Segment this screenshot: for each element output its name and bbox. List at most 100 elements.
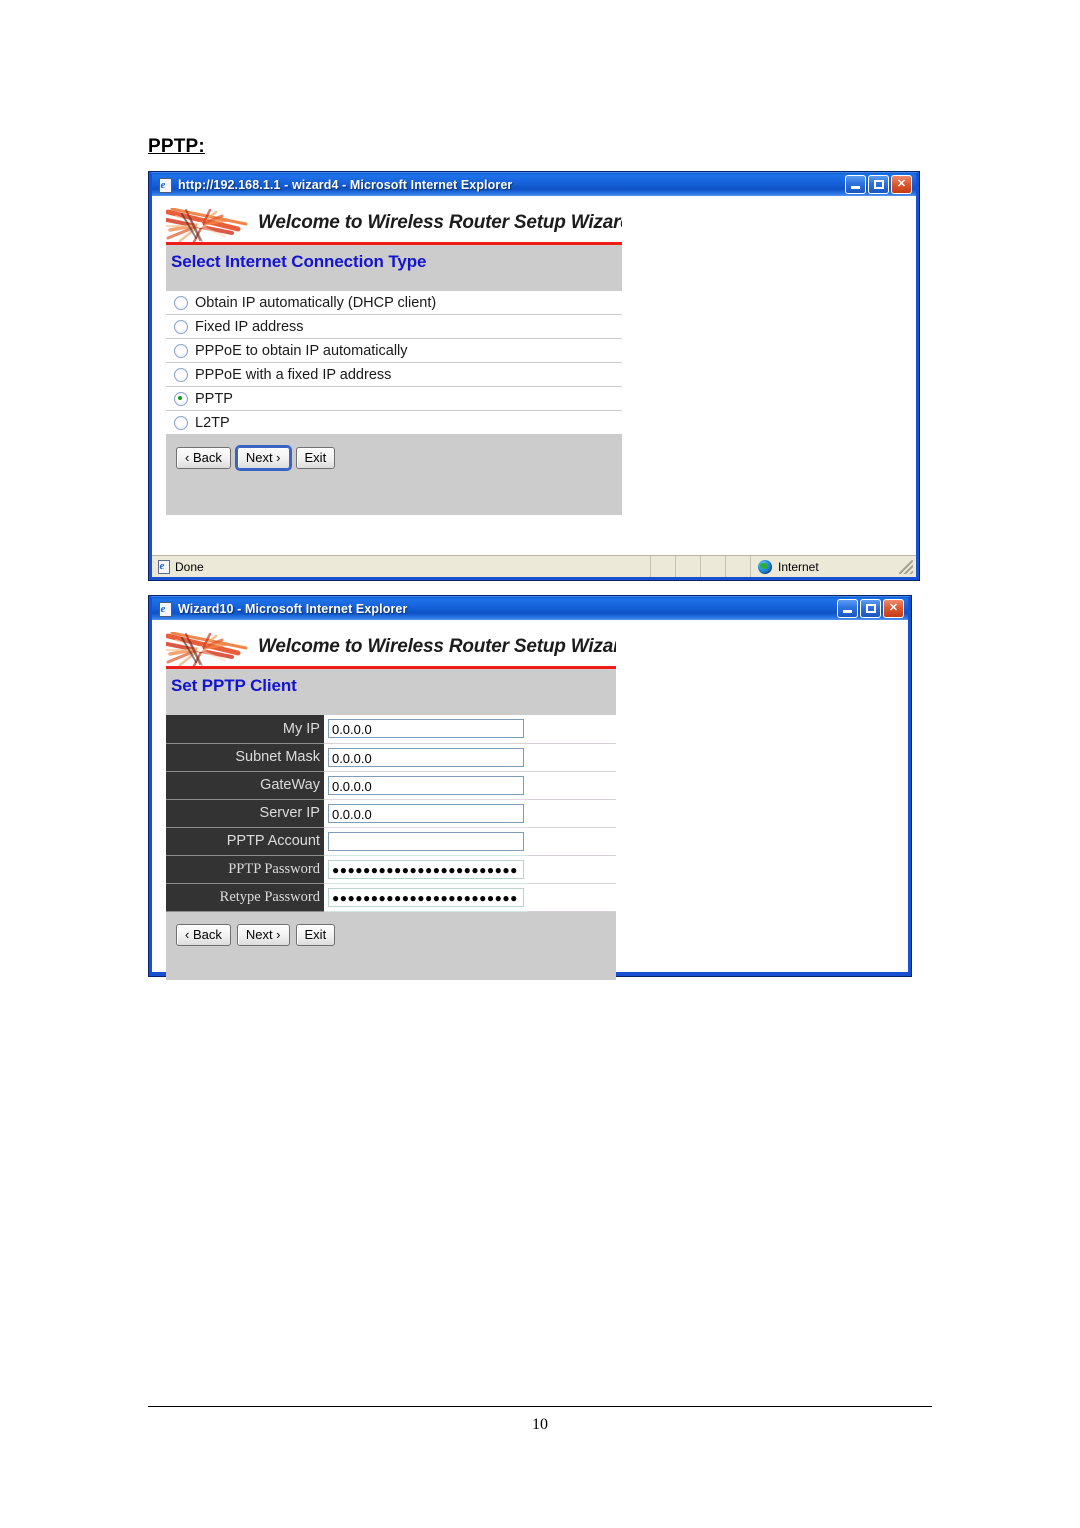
option-row-pppoe-fixed[interactable]: PPPoE with a fixed IP address [166, 363, 622, 387]
field-input-cell [323, 827, 528, 856]
globe-icon [758, 559, 772, 574]
field-input-cell: 0.0.0.0 [323, 715, 528, 744]
field-label: PPTP Account [166, 827, 324, 856]
banner-title: Welcome to Wireless Router Setup Wizard [258, 636, 616, 657]
radio-icon[interactable] [174, 367, 188, 382]
security-zone-label: Internet [778, 559, 819, 574]
my-ip-input[interactable]: 0.0.0.0 [327, 719, 524, 739]
spacer-cell [527, 855, 616, 884]
wizard-banner: Welcome to Wireless Router Setup Wizard [166, 208, 622, 245]
pptp-account-input[interactable] [327, 831, 524, 851]
radio-icon[interactable] [174, 415, 188, 430]
resize-grip[interactable] [899, 559, 913, 574]
spacer-cell [527, 743, 616, 772]
field-input-cell: 0.0.0.0 [323, 771, 528, 800]
status-segment [651, 556, 676, 577]
radio-icon[interactable] [174, 319, 188, 334]
field-label: GateWay [166, 771, 324, 800]
field-input-cell: 0.0.0.0 [323, 799, 528, 828]
spacer-cell [527, 799, 616, 828]
starburst-graphic-icon [166, 208, 271, 242]
retype-password-input[interactable]: ●●●●●●●●●●●●●●●●●●●●●●●● [327, 887, 524, 907]
option-label: L2TP [195, 414, 230, 431]
option-label: Obtain IP automatically (DHCP client) [195, 294, 437, 311]
field-label: Server IP [166, 799, 324, 828]
titlebar[interactable]: e Wizard10 - Microsoft Internet Explorer… [149, 596, 911, 620]
close-button[interactable]: ✕ [891, 175, 912, 194]
statusbar: e Done Internet [152, 555, 916, 577]
security-zone[interactable]: Internet [751, 556, 916, 577]
option-row-pptp[interactable]: PPTP [166, 387, 622, 411]
titlebar[interactable]: e http://192.168.1.1 - wizard4 - Microso… [149, 172, 919, 196]
footer-divider [148, 1406, 932, 1407]
window-title: http://192.168.1.1 - wizard4 - Microsoft… [178, 177, 513, 192]
spacer-cell [527, 827, 616, 856]
pptp-form-table: My IP 0.0.0.0 Subnet Mask 0.0.0.0 GateWa… [166, 715, 616, 912]
back-button[interactable]: ‹ Back [176, 923, 231, 946]
field-label: Subnet Mask [166, 743, 324, 772]
wizard-content: Welcome to Wireless Router Setup Wizard … [166, 632, 616, 980]
field-label: Retype Password [166, 883, 324, 912]
maximize-button[interactable] [860, 599, 881, 618]
close-button[interactable]: ✕ [883, 599, 904, 618]
wizard-banner: Welcome to Wireless Router Setup Wizard [166, 632, 616, 669]
wizard-button-bar: ‹ Back Next › Exit [166, 435, 622, 471]
radio-icon-selected[interactable] [174, 391, 188, 406]
field-label: My IP [166, 715, 324, 744]
spacer-cell [527, 883, 616, 912]
window-title: Wizard10 - Microsoft Internet Explorer [178, 601, 408, 616]
field-input-cell: ●●●●●●●●●●●●●●●●●●●●●●●● [323, 855, 528, 884]
window-controls: ✕ [845, 175, 914, 194]
exit-button[interactable]: Exit [295, 447, 336, 469]
form-row-gateway: GateWay 0.0.0.0 [166, 771, 616, 800]
subnet-mask-input[interactable]: 0.0.0.0 [327, 747, 524, 767]
back-button[interactable]: ‹ Back [176, 447, 231, 469]
wizard-page: Welcome to Wireless Router Setup Wizard … [152, 620, 908, 980]
field-label: PPTP Password [166, 855, 324, 884]
maximize-button[interactable] [868, 175, 889, 194]
minimize-button[interactable] [837, 599, 858, 618]
form-row-retype-password: Retype Password ●●●●●●●●●●●●●●●●●●●●●●●● [166, 883, 616, 912]
starburst-graphic-icon [166, 632, 271, 666]
page-number: 10 [532, 1416, 548, 1433]
field-input-cell: ●●●●●●●●●●●●●●●●●●●●●●●● [323, 883, 528, 912]
radio-icon[interactable] [174, 295, 188, 310]
pptp-password-input[interactable]: ●●●●●●●●●●●●●●●●●●●●●●●● [327, 859, 524, 879]
exit-button[interactable]: Exit [295, 923, 336, 946]
section-title: Select Internet Connection Type [166, 245, 622, 279]
window-frame: Welcome to Wireless Router Setup Wizard … [149, 196, 919, 580]
form-row-subnet-mask: Subnet Mask 0.0.0.0 [166, 743, 616, 772]
status-text: Done [175, 559, 204, 574]
spacer-cell [527, 771, 616, 800]
window-controls: ✕ [837, 599, 906, 618]
option-label: PPPoE with a fixed IP address [195, 366, 392, 383]
window-frame: Welcome to Wireless Router Setup Wizard … [149, 620, 911, 980]
field-input-cell: 0.0.0.0 [323, 743, 528, 772]
option-label: Fixed IP address [195, 318, 304, 335]
pptp-form-panel: My IP 0.0.0.0 Subnet Mask 0.0.0.0 GateWa… [166, 703, 616, 980]
form-row-server-ip: Server IP 0.0.0.0 [166, 799, 616, 828]
option-row-pppoe-auto[interactable]: PPPoE to obtain IP automatically [166, 339, 622, 363]
gateway-input[interactable]: 0.0.0.0 [327, 775, 524, 795]
wizard-content: Welcome to Wireless Router Setup Wizard … [166, 208, 622, 515]
status-text-area: e Done [152, 556, 651, 577]
form-row-pptp-account: PPTP Account [166, 827, 616, 856]
section-title: Set PPTP Client [166, 669, 616, 703]
option-row-dhcp[interactable]: Obtain IP automatically (DHCP client) [166, 291, 622, 315]
status-segment [726, 556, 751, 577]
option-row-l2tp[interactable]: L2TP [166, 411, 622, 435]
spacer-cell [527, 715, 616, 744]
browser-window-wizard4: e http://192.168.1.1 - wizard4 - Microso… [148, 171, 920, 581]
status-segment [701, 556, 726, 577]
server-ip-input[interactable]: 0.0.0.0 [327, 803, 524, 823]
wizard-button-bar: ‹ Back Next › Exit [166, 912, 616, 946]
option-row-fixed-ip[interactable]: Fixed IP address [166, 315, 622, 339]
minimize-button[interactable] [845, 175, 866, 194]
next-button[interactable]: Next › [234, 445, 292, 471]
next-button[interactable]: Next › [236, 923, 290, 946]
radio-icon[interactable] [174, 343, 188, 358]
ie-page-icon: e [157, 601, 173, 617]
form-row-my-ip: My IP 0.0.0.0 [166, 715, 616, 744]
options-panel: Obtain IP automatically (DHCP client) Fi… [166, 279, 622, 515]
browser-window-wizard10: e Wizard10 - Microsoft Internet Explorer… [148, 595, 912, 980]
